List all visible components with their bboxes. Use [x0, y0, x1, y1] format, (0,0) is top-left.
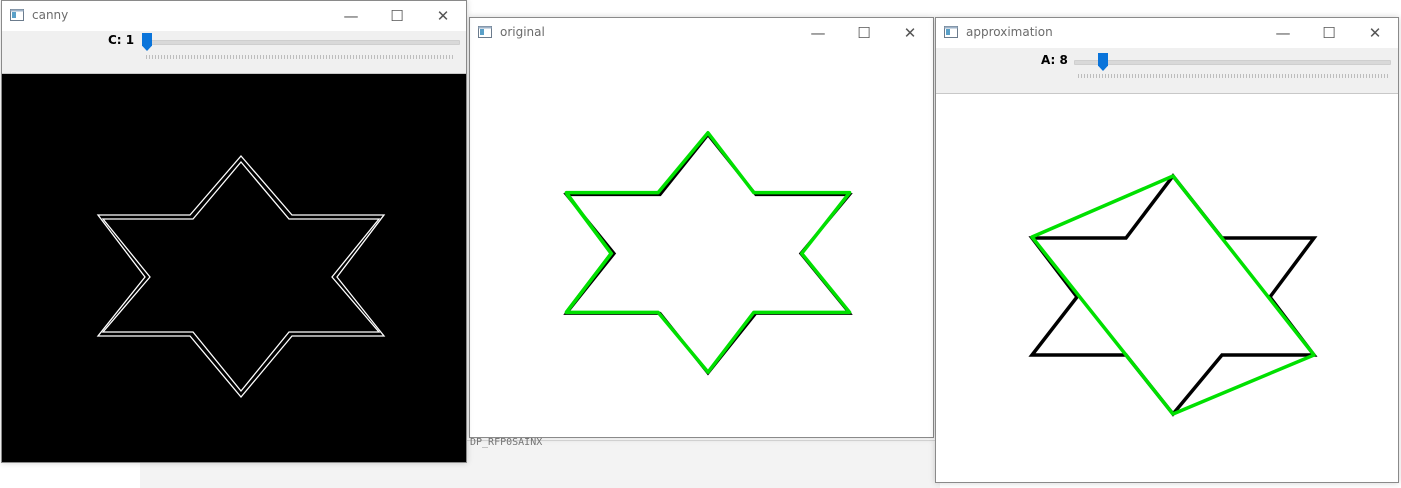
window-title: approximation [966, 25, 1053, 39]
image-canvas [936, 94, 1398, 482]
trackbar-ticks [1078, 74, 1390, 78]
star-approximation-image [936, 94, 1398, 482]
titlebar[interactable]: original — ☐ ✕ [470, 18, 933, 48]
trackbar-label: A: 8 [1041, 53, 1068, 67]
minimize-button[interactable]: — [795, 18, 841, 48]
window-title: canny [32, 8, 69, 22]
trackbar-panel: A: 8 [936, 48, 1398, 94]
trackbar-thumb[interactable] [1098, 53, 1108, 71]
trackbar-panel: C: 1 [2, 31, 466, 74]
titlebar[interactable]: approximation — ☐ ✕ [936, 18, 1398, 48]
minimize-button[interactable]: — [328, 1, 374, 31]
image-canvas [470, 49, 933, 437]
app-window-icon [944, 26, 958, 38]
maximize-button[interactable]: ☐ [841, 18, 887, 48]
maximize-button[interactable]: ☐ [1306, 18, 1352, 48]
trackbar-ticks [146, 55, 454, 59]
close-button[interactable]: ✕ [887, 18, 933, 48]
close-button[interactable]: ✕ [1352, 18, 1398, 48]
window-original[interactable]: original — ☐ ✕ [469, 17, 934, 438]
app-window-icon [10, 9, 24, 21]
titlebar[interactable]: canny — ☐ ✕ [2, 1, 466, 31]
close-button[interactable]: ✕ [420, 1, 466, 31]
canny-edge-image [2, 74, 466, 462]
maximize-button[interactable]: ☐ [374, 1, 420, 31]
window-approximation[interactable]: approximation — ☐ ✕ A: 8 [935, 17, 1399, 483]
trackbar-thumb[interactable] [142, 33, 152, 51]
image-canvas [2, 74, 466, 462]
app-window-icon [478, 26, 492, 38]
star-contour-image [470, 49, 933, 437]
window-canny[interactable]: canny — ☐ ✕ C: 1 [1, 0, 467, 463]
trackbar-track[interactable] [142, 40, 460, 45]
trackbar-track[interactable] [1074, 60, 1391, 65]
background-text-fragment: DP_RFP0SAINX [470, 437, 543, 448]
window-title: original [500, 25, 545, 39]
trackbar-label: C: 1 [108, 33, 135, 47]
minimize-button[interactable]: — [1260, 18, 1306, 48]
